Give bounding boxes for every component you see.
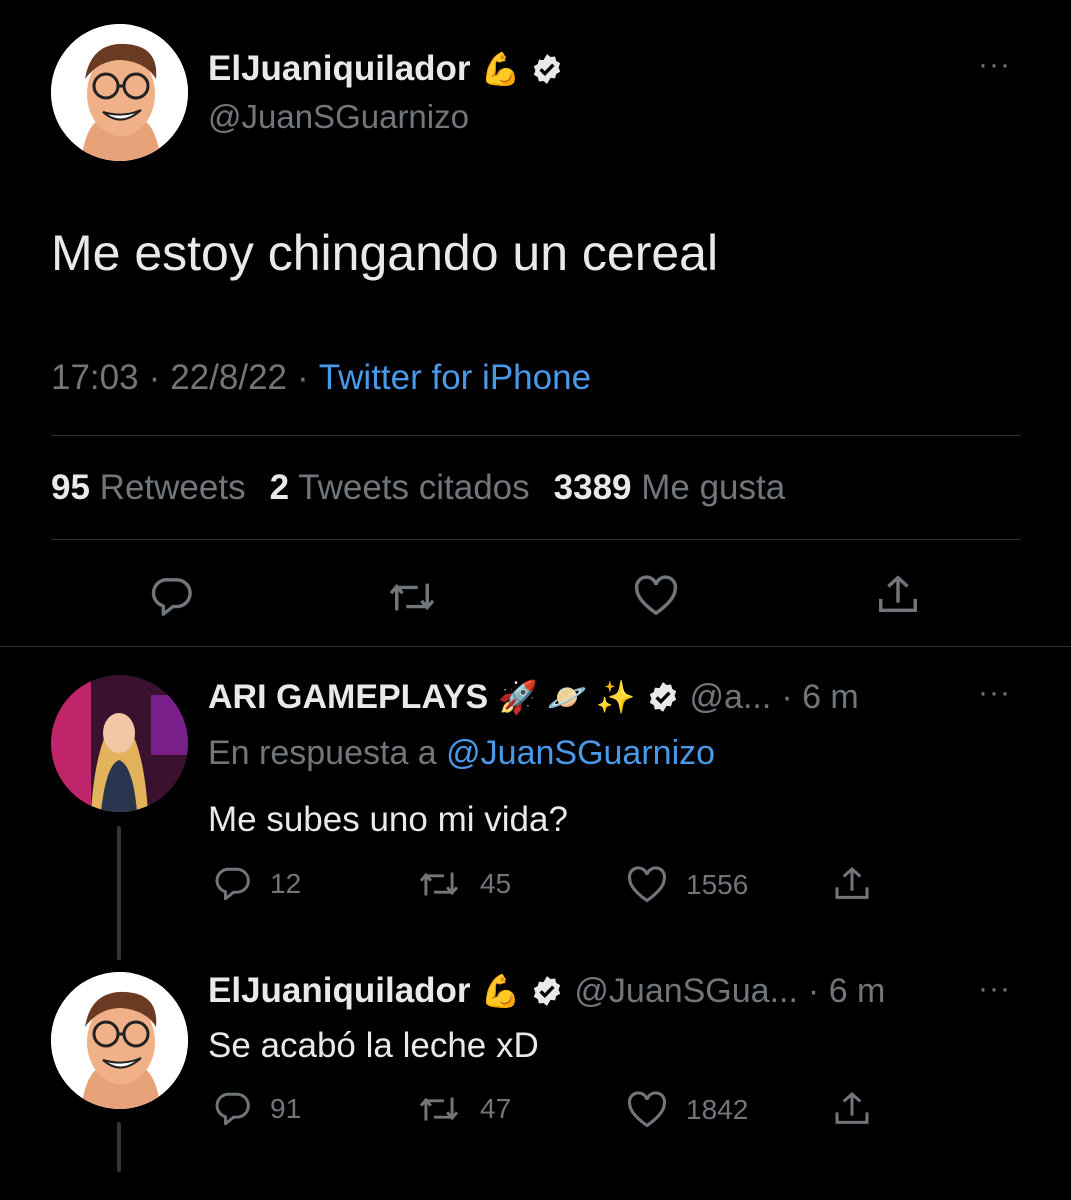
share-icon[interactable] xyxy=(875,572,921,618)
divider xyxy=(0,646,1071,647)
handle[interactable]: @JuanSGua... xyxy=(574,972,798,1011)
more-options-button[interactable]: ··· xyxy=(978,676,1011,710)
tweet-time: 17:03 xyxy=(51,358,139,397)
retweet-icon[interactable] xyxy=(386,576,438,618)
retweet-icon xyxy=(416,866,462,902)
thread-line xyxy=(117,826,121,960)
in-reply-to: En respuesta a @JuanSGuarnizo xyxy=(208,734,715,773)
quotes-stat[interactable]: 2 Tweets citados xyxy=(270,468,530,508)
retweet-button[interactable]: 45 xyxy=(416,866,511,902)
retweet-count: 45 xyxy=(480,868,512,899)
retweet-button[interactable]: 47 xyxy=(416,1091,511,1127)
like-icon[interactable] xyxy=(633,575,679,617)
handle[interactable]: @a... xyxy=(690,678,772,717)
tweet-source-link[interactable]: Twitter for iPhone xyxy=(319,358,591,398)
retweets-stat[interactable]: 95 Retweets xyxy=(51,468,246,508)
reply-button[interactable]: 91 xyxy=(212,1091,301,1127)
reply-count: 91 xyxy=(270,1093,302,1124)
thread-line xyxy=(117,1122,121,1172)
retweet-icon xyxy=(416,1091,462,1127)
cartoon-avatar-icon xyxy=(51,972,188,1109)
divider xyxy=(51,539,1021,540)
photo-avatar-icon xyxy=(51,675,188,812)
rocket-planet-sparkles-emoji: 🚀 🪐 ✨ xyxy=(498,679,636,715)
in-reply-handle-link[interactable]: @JuanSGuarnizo xyxy=(446,734,715,772)
likes-stat[interactable]: 3389 Me gusta xyxy=(554,468,786,508)
share-icon[interactable] xyxy=(832,1089,872,1129)
verified-badge-icon xyxy=(646,680,680,714)
in-reply-label: En respuesta a xyxy=(208,734,437,772)
timestamp[interactable]: · 6 m xyxy=(808,972,885,1011)
verified-badge-icon xyxy=(530,974,564,1008)
like-button[interactable]: 1842 xyxy=(626,1091,748,1129)
tweet-stats: 95 Retweets 2 Tweets citados 3389 Me gus… xyxy=(51,468,785,508)
like-button[interactable]: 1556 xyxy=(626,866,748,904)
avatar[interactable] xyxy=(51,675,188,812)
tweet-text: Me estoy chingando un cereal xyxy=(51,225,719,281)
avatar[interactable] xyxy=(51,24,188,161)
tweet-text: Me subes uno mi vida? xyxy=(208,800,568,839)
more-options-button[interactable]: ··· xyxy=(978,972,1011,1006)
like-count: 1842 xyxy=(686,1094,749,1125)
like-icon xyxy=(626,1091,668,1129)
tweet-meta: 17:03 · 22/8/22 · Twitter for iPhone xyxy=(51,358,591,398)
more-options-button[interactable]: ··· xyxy=(978,48,1011,82)
display-name[interactable]: ElJuaniquilador xyxy=(208,49,471,89)
separator: · xyxy=(297,358,309,397)
flexed-biceps-emoji: 💪 xyxy=(480,51,521,87)
verified-badge-icon xyxy=(530,52,564,86)
display-name[interactable]: ElJuaniquilador xyxy=(208,971,471,1011)
retweet-count: 47 xyxy=(480,1093,512,1124)
reply-count: 12 xyxy=(270,868,302,899)
divider xyxy=(51,435,1021,436)
separator: · xyxy=(148,358,161,397)
reply-icon[interactable] xyxy=(148,576,194,618)
like-count: 1556 xyxy=(686,869,749,900)
avatar[interactable] xyxy=(51,972,188,1109)
handle[interactable]: @JuanSGuarnizo xyxy=(208,98,469,136)
tweet-date: 22/8/22 xyxy=(170,358,288,397)
display-name[interactable]: ARI GAMEPLAYS xyxy=(208,678,488,717)
timestamp[interactable]: · 6 m xyxy=(781,678,858,717)
like-icon xyxy=(626,866,668,904)
tweet-text: Se acabó la leche xD xyxy=(208,1026,539,1065)
reply-icon xyxy=(212,1091,252,1127)
share-icon[interactable] xyxy=(832,864,872,904)
reply-icon xyxy=(212,866,252,902)
reply-button[interactable]: 12 xyxy=(212,866,301,902)
flexed-biceps-emoji: 💪 xyxy=(480,973,521,1009)
cartoon-avatar-icon xyxy=(51,24,188,161)
